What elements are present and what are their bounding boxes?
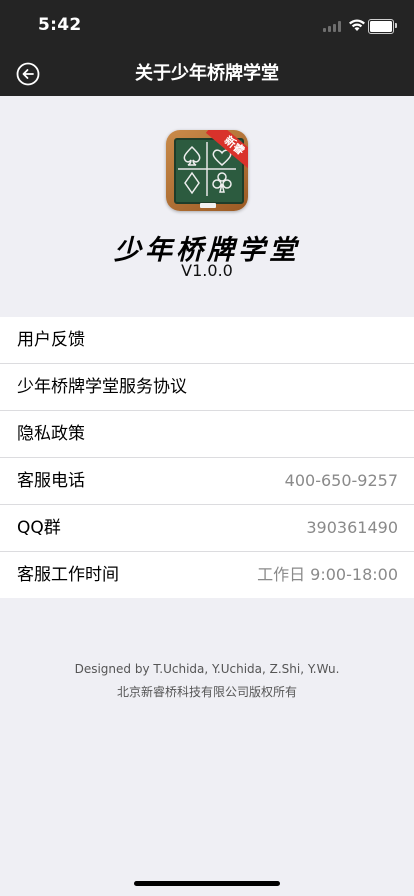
app-info-header: 新睿 少年桥牌学堂 V1.0.0 <box>0 96 414 317</box>
footer-copyright: 北京新睿桥科技有限公司版权所有 <box>116 685 297 699</box>
cellular-signal-icon <box>323 21 342 32</box>
list-item-label: 客服电话 <box>17 471 85 491</box>
list-item-service-hours[interactable]: 客服工作时间 工作日 9:00-18:00 <box>0 552 414 598</box>
page-title: 关于少年桥牌学堂 <box>135 63 279 84</box>
list-item-service-agreement[interactable]: 少年桥牌学堂服务协议 <box>0 364 414 411</box>
board-tray <box>200 203 216 208</box>
list-item-label: 隐私政策 <box>17 424 85 444</box>
list-item-label: 少年桥牌学堂服务协议 <box>17 377 187 397</box>
navigation-bar: 5:42 关于少年桥牌学堂 <box>0 0 414 96</box>
list-item-service-phone[interactable]: 客服电话 400-650-9257 <box>0 458 414 505</box>
battery-icon <box>368 19 397 34</box>
list-item-label: 客服工作时间 <box>17 565 119 585</box>
wifi-icon <box>349 19 365 31</box>
list-item-label: 用户反馈 <box>17 330 85 350</box>
list-item-value: 工作日 9:00-18:00 <box>257 565 398 584</box>
list-item-value: 400-650-9257 <box>284 471 398 490</box>
list-item-label: QQ群 <box>17 518 61 538</box>
status-time: 5:42 <box>38 15 82 35</box>
app-logo: 新睿 <box>166 130 248 211</box>
list-item-privacy-policy[interactable]: 隐私政策 <box>0 411 414 458</box>
footer-credits: Designed by T.Uchida, Y.Uchida, Z.Shi, Y… <box>74 662 340 676</box>
settings-list: 用户反馈 少年桥牌学堂服务协议 隐私政策 客服电话 400-650-9257 Q… <box>0 317 414 598</box>
list-item-feedback[interactable]: 用户反馈 <box>0 317 414 364</box>
home-indicator[interactable] <box>134 881 280 886</box>
app-version: V1.0.0 <box>181 261 233 280</box>
list-item-value: 390361490 <box>306 518 398 537</box>
list-item-qq-group[interactable]: QQ群 390361490 <box>0 505 414 552</box>
